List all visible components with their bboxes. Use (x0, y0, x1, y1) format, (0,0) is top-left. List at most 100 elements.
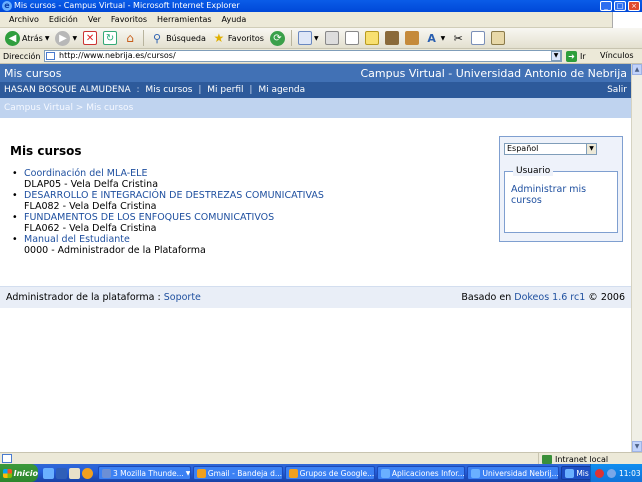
mail-dropdown-icon[interactable]: ▼ (314, 35, 319, 42)
word-icon[interactable] (56, 467, 67, 479)
dokeos-link[interactable]: Dokeos 1.6 rc1 (514, 292, 585, 303)
task-aplicaciones[interactable]: Aplicaciones Infor... (376, 466, 466, 480)
windows-logo (612, 12, 642, 28)
ie-icon (565, 468, 575, 478)
chevron-down-icon[interactable]: ▼ (586, 144, 596, 154)
ie-icon (471, 468, 481, 478)
main-content: Mis cursos • Coordinación del MLA-ELE DL… (0, 118, 631, 286)
search-button[interactable]: ⚲ Búsqueda (148, 29, 208, 47)
window-title: Mis cursos - Campus Virtual - Microsoft … (14, 1, 240, 10)
site-footer: Administrador de la plataforma : Soporte… (0, 286, 631, 308)
user-box-title: Usuario (513, 166, 554, 176)
refresh-button[interactable]: ↻ (101, 29, 119, 47)
maximize-button[interactable]: □ (614, 1, 626, 11)
print-button[interactable] (323, 29, 341, 47)
minimize-button[interactable]: _ (600, 1, 612, 11)
notes-icon (364, 31, 379, 45)
forward-button[interactable]: ▶ ▼ (53, 29, 79, 47)
research-button[interactable] (403, 29, 421, 47)
home-button[interactable]: ⌂ (121, 29, 139, 47)
language-select[interactable]: Español ▼ (504, 143, 597, 155)
firefox-icon[interactable] (82, 467, 93, 479)
menu-edicion[interactable]: Edición (44, 15, 83, 24)
cut-button[interactable]: ✂ (449, 29, 467, 47)
nav-mi-agenda[interactable]: Mi agenda (258, 85, 305, 95)
ie-quicklaunch-icon[interactable] (43, 467, 54, 479)
menu-ayuda[interactable]: Ayuda (217, 15, 252, 24)
course-link[interactable]: Coordinación del MLA-ELE (24, 168, 324, 179)
support-link[interactable]: Soporte (164, 292, 201, 303)
desktop-icon[interactable] (69, 467, 80, 479)
task-universidad[interactable]: Universidad Nebrij... (467, 466, 560, 480)
menu-ver[interactable]: Ver (83, 15, 106, 24)
search-icon: ⚲ (153, 31, 162, 45)
taskbar: Inicio 3 Mozilla Thunde... ▼ Gmail - Ban… (0, 464, 642, 482)
course-link[interactable]: DESARROLLO E INTEGRACIÓN DE DESTREZAS CO… (24, 190, 324, 201)
list-item: • FUNDAMENTOS DE LOS ENFOQUES COMUNICATI… (12, 212, 324, 234)
vertical-scrollbar[interactable]: ▲ ▼ (631, 64, 642, 452)
paste-button[interactable] (489, 29, 507, 47)
print-icon (324, 31, 339, 45)
course-meta: FLA062 - Vela Delfa Cristina (24, 223, 157, 234)
edit-button[interactable] (343, 29, 361, 47)
start-button[interactable]: Inicio (0, 464, 38, 482)
logout-link[interactable]: Salir (607, 85, 627, 95)
task-google-groups[interactable]: Grupos de Google... (284, 466, 375, 480)
translate-button[interactable]: A ▼ (423, 29, 448, 47)
links-button[interactable]: Vínculos (600, 51, 634, 60)
stop-icon: ✕ (83, 31, 98, 45)
window-controls: _ □ × (600, 1, 640, 11)
toolbar-separator (290, 30, 292, 46)
scroll-up-icon[interactable]: ▲ (632, 64, 642, 75)
close-button[interactable]: × (628, 1, 640, 11)
user-nav: HASAN BOSQUE ALMUDENA : Mis cursos | Mi … (4, 85, 305, 95)
task-label: Aplicaciones Infor... (391, 468, 465, 478)
page-status-icon (2, 454, 12, 463)
nav-mis-cursos[interactable]: Mis cursos (145, 85, 192, 95)
home-icon: ⌂ (126, 31, 134, 45)
menu-favoritos[interactable]: Favoritos (106, 15, 152, 24)
task-gmail[interactable]: Gmail - Bandeja d... (192, 466, 283, 480)
network-icon[interactable] (607, 468, 616, 478)
menu-herramientas[interactable]: Herramientas (152, 15, 217, 24)
bullet-icon: • (12, 234, 18, 245)
nav-separator: | (198, 85, 202, 95)
address-label: Dirección (3, 51, 41, 61)
forward-dropdown-icon[interactable]: ▼ (72, 35, 77, 42)
course-link[interactable]: FUNDAMENTOS DE LOS ENFOQUES COMUNICATIVO… (24, 212, 324, 223)
toolbar: ◀ Atrás ▼ ▶ ▼ ✕ ↻ ⌂ ⚲ Búsqueda ★ Favorit… (0, 28, 642, 49)
footer-left: Administrador de la plataforma : Soporte (6, 292, 201, 303)
favorites-label: Favoritos (227, 33, 264, 43)
breadcrumb-text[interactable]: Campus Virtual > Mis cursos (4, 103, 133, 113)
address-dropdown-icon[interactable]: ▼ (551, 51, 561, 61)
thunderbird-icon (102, 468, 111, 478)
menu-archivo[interactable]: Archivo (4, 15, 44, 24)
scroll-down-icon[interactable]: ▼ (632, 441, 642, 452)
address-input[interactable]: http://www.nebrija.es/cursos/ (44, 50, 562, 62)
user-navbar: HASAN BOSQUE ALMUDENA : Mis cursos | Mi … (0, 82, 631, 98)
nav-mi-perfil[interactable]: Mi perfil (207, 85, 243, 95)
bullet-icon: • (12, 212, 18, 223)
copy-button[interactable] (469, 29, 487, 47)
discuss-button[interactable] (363, 29, 381, 47)
back-dropdown-icon[interactable]: ▼ (45, 35, 50, 42)
messenger-button[interactable] (383, 29, 401, 47)
mail-button[interactable]: ▼ (296, 29, 321, 47)
stop-button[interactable]: ✕ (81, 29, 99, 47)
task-label: Grupos de Google... (299, 468, 375, 478)
favorites-button[interactable]: ★ Favoritos (210, 29, 266, 47)
task-label: 3 Mozilla Thunde... (113, 468, 184, 478)
course-meta: 0000 - Administrador de la Plataforma (24, 245, 206, 256)
task-label: Universidad Nebrij... (482, 468, 559, 478)
translate-dropdown-icon[interactable]: ▼ (441, 35, 446, 42)
antivirus-icon[interactable] (595, 468, 604, 478)
side-panel: Español ▼ Usuario Administrar mis cursos (499, 136, 623, 242)
admin-courses-link[interactable]: Administrar mis cursos (511, 184, 611, 206)
back-button[interactable]: ◀ Atrás ▼ (3, 29, 51, 47)
course-link[interactable]: Manual del Estudiante (24, 234, 324, 245)
history-button[interactable]: ⟳ (268, 29, 287, 47)
task-thunderbird[interactable]: 3 Mozilla Thunde... ▼ (98, 466, 191, 480)
group-arrow-icon: ▼ (185, 469, 191, 477)
clock[interactable]: 11:03 (619, 469, 641, 478)
go-button[interactable]: ➜ Ir (566, 51, 586, 62)
